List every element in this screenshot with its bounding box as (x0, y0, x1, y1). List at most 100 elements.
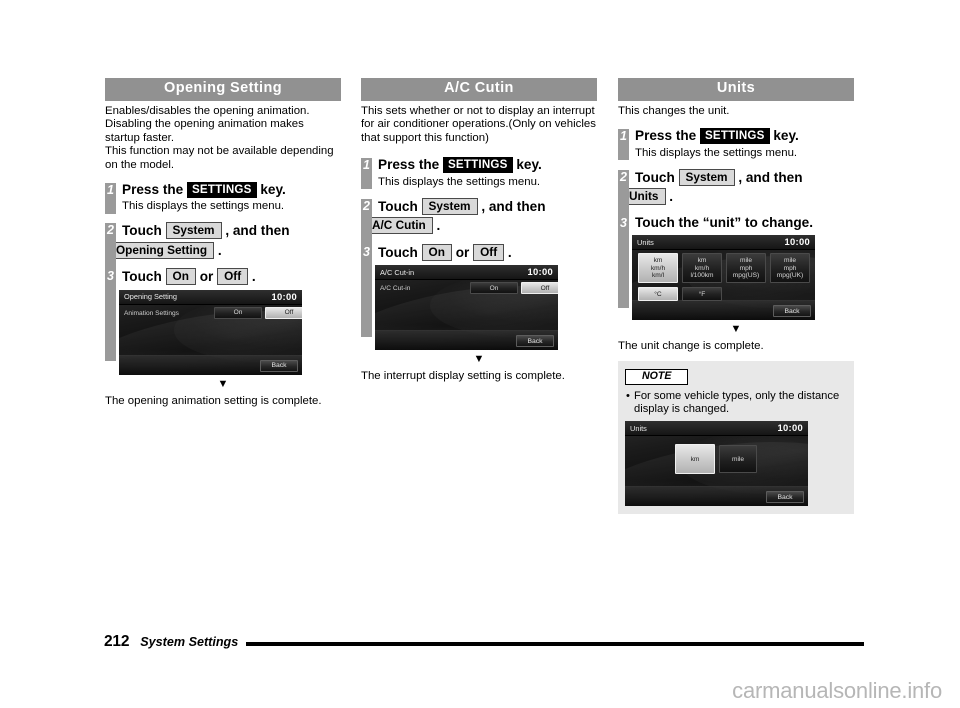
screen-on-button[interactable]: On (214, 306, 262, 319)
step-3-text-mid: or (199, 269, 214, 285)
result-text-units: The unit change is complete. (618, 340, 764, 353)
unit-line-2: km/h (650, 264, 666, 272)
unit-button-km[interactable]: km (675, 444, 715, 475)
note-body: For some vehicle types, only the distanc… (634, 390, 840, 416)
settings-key-chip[interactable]: SETTINGS (443, 157, 513, 174)
step-2-text-pre: Touch (378, 198, 418, 214)
on-button-chip[interactable]: On (421, 243, 452, 261)
ac-cutin-row-label: A/C Cut-in (380, 285, 411, 293)
settings-key-chip[interactable]: SETTINGS (187, 181, 257, 198)
settings-key-chip[interactable]: SETTINGS (700, 128, 770, 145)
step-1-subtext: This displays the settings menu. (635, 146, 798, 159)
step-number-1: 1 (105, 182, 116, 214)
screen-back-button[interactable]: Back (516, 335, 554, 348)
result-text-ac: The interrupt display setting is complet… (361, 370, 565, 383)
step-number-3: 3 (105, 269, 116, 362)
step-number-2: 2 (361, 198, 372, 245)
step-1-subtext: This displays the settings menu. (122, 200, 285, 213)
step-1-title: Press the SETTINGS key. (378, 157, 597, 174)
step-number-1: 1 (361, 158, 372, 190)
page-number: 212 (104, 633, 130, 650)
unit-line-2: mph (783, 264, 797, 272)
step-3-units: 3 Touch the “unit” to change. Units 10:0… (618, 215, 854, 321)
unit-button-mile-mph-mpgus[interactable]: mile mph mpg(US) (726, 253, 766, 284)
screen-content: Animation Settings On Off Back (119, 305, 302, 375)
system-button-chip[interactable]: System (421, 197, 478, 215)
step-number-1: 1 (618, 129, 629, 161)
device-screen-opening-setting: Opening Setting 10:00 Animation Settings… (119, 289, 302, 375)
screen-title-bar: Units 10:00 (632, 235, 815, 251)
screen-clock: 10:00 (527, 266, 553, 278)
step-2-title-line1: Touch System , and then (635, 168, 854, 187)
screen-back-button[interactable]: Back (766, 491, 804, 504)
step-2-opening: 2 Touch System , and then Opening Settin… (105, 222, 341, 270)
screen-title: Units (637, 237, 654, 247)
intro-text-ac-cutin: This sets whether or not to display an i… (361, 104, 596, 144)
step-2-units: 2 Touch System , and then Units . (618, 168, 854, 216)
flow-arrow-opening: ▼ (217, 377, 229, 390)
screen-title: Units (630, 423, 647, 433)
system-button-chip[interactable]: System (165, 222, 222, 240)
step-2-title-line2: A/C Cutin . (365, 217, 597, 235)
screen-off-button[interactable]: Off (521, 282, 558, 295)
unit-button-km-kmh-l100km[interactable]: km km/h l/100km (682, 253, 722, 284)
step-2-text-pre: Touch (122, 223, 162, 239)
result-text-opening: The opening animation setting is complet… (105, 394, 322, 407)
step-3-text-mid: or (455, 244, 470, 260)
unit-line-1: km (697, 256, 707, 264)
screen-off-button[interactable]: Off (265, 306, 302, 319)
screen-title: Opening Setting (124, 292, 178, 302)
on-button-chip[interactable]: On (165, 268, 196, 286)
section-header-opening-setting: Opening Setting (105, 78, 341, 101)
section-name: System Settings (140, 635, 239, 649)
step-2-text-post: . (669, 189, 674, 205)
step-2-title-line2: Opening Setting . (109, 241, 341, 260)
screen-content: A/C Cut-in On Off Back (375, 280, 558, 351)
device-screen-ac-cutin: A/C Cut-in 10:00 A/C Cut-in On Off Back (375, 265, 558, 351)
unit-line-3: mpg(UK) (776, 272, 804, 280)
step-2-text-mid: , and then (481, 198, 546, 214)
unit-button-mile[interactable]: mile (719, 445, 757, 474)
screen-on-button[interactable]: On (470, 282, 518, 295)
temp-button-celsius[interactable]: °C (638, 287, 678, 302)
screen-title: A/C Cut-in (380, 267, 415, 277)
step-1-units: 1 Press the SETTINGS key. This displays … (618, 128, 854, 161)
step-3-text-post: . (507, 244, 512, 260)
note-text: • For some vehicle types, only the dista… (625, 390, 847, 416)
column-opening-setting: Opening Setting Enables/disables the ope… (105, 78, 341, 408)
animation-settings-label: Animation Settings (124, 309, 179, 317)
footer-rule (246, 641, 864, 646)
screen-title-bar: Units 10:00 (625, 421, 808, 437)
unit-button-mile-mph-mpguk[interactable]: mile mph mpg(UK) (770, 253, 810, 284)
step-1-text-post: key. (516, 157, 542, 173)
step-3-opening: 3 Touch On or Off . Opening Setting 10:0… (105, 268, 341, 375)
unit-line-3: km/l (651, 272, 665, 280)
step-2-text-pre: Touch (635, 169, 675, 185)
screen-title-bar: Opening Setting 10:00 (119, 289, 302, 305)
step-1-subtext: This displays the settings menu. (378, 175, 541, 188)
step-3-text-post: . (251, 269, 256, 285)
step-2-text-post: . (436, 218, 441, 234)
step-2-title-line2: Units . (622, 188, 854, 206)
screen-clock: 10:00 (777, 422, 803, 434)
off-button-chip[interactable]: Off (473, 243, 505, 261)
system-button-chip[interactable]: System (678, 168, 735, 186)
screen-content: km mile Back (625, 436, 808, 507)
off-button-chip[interactable]: Off (217, 268, 249, 286)
temp-button-fahrenheit[interactable]: °F (682, 287, 722, 302)
ac-cutin-button-chip[interactable]: A/C Cutin (365, 217, 433, 235)
step-number-2: 2 (105, 223, 116, 270)
step-3-text-pre: Touch (122, 269, 162, 285)
opening-setting-button-chip[interactable]: Opening Setting (109, 241, 215, 259)
step-3-title: Touch the “unit” to change. (635, 214, 813, 230)
unit-line-3: mpg(US) (732, 272, 760, 280)
unit-button-km-kmh-kml[interactable]: km km/h km/l (638, 253, 678, 284)
step-1-title: Press the SETTINGS key. (122, 181, 341, 199)
step-2-ac: 2 Touch System , and then A/C Cutin . (361, 197, 597, 245)
section-header-ac-cutin: A/C Cutin (361, 78, 597, 101)
step-1-ac: 1 Press the SETTINGS key. This displays … (361, 157, 597, 190)
step-1-text-pre: Press the (635, 128, 697, 144)
screen-back-button[interactable]: Back (773, 305, 811, 318)
unit-line-1: mile (739, 256, 753, 264)
screen-back-button[interactable]: Back (260, 359, 298, 372)
